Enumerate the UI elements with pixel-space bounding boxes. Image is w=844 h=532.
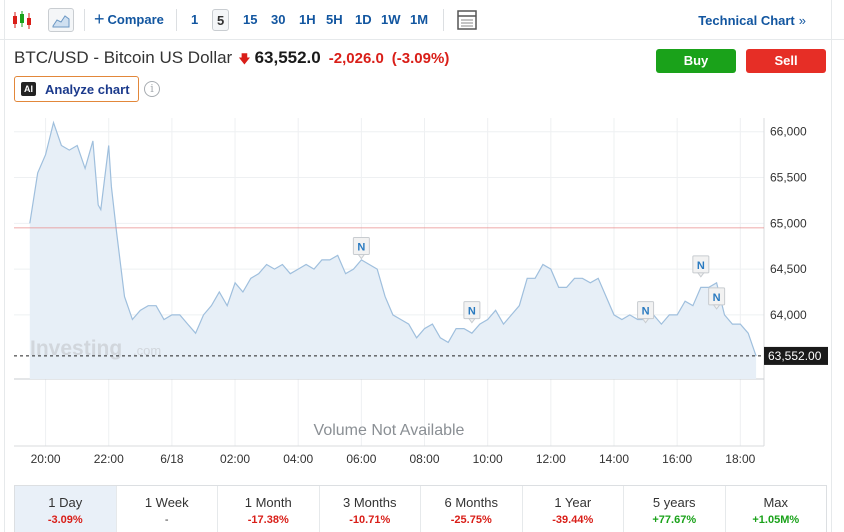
period-change: -39.44% — [552, 514, 594, 526]
x-tick-label: 6/18 — [160, 452, 184, 466]
toolbar-divider — [176, 9, 177, 31]
sell-button[interactable]: Sell — [746, 49, 826, 73]
period-label: 1 Day — [48, 495, 83, 510]
info-icon[interactable]: i — [144, 81, 160, 97]
y-tick-label: 66,000 — [770, 125, 807, 139]
x-tick-label: 10:00 — [473, 452, 503, 466]
compare-button[interactable]: + Compare — [94, 9, 164, 29]
period-change: -17.38% — [247, 514, 289, 526]
interval-1m[interactable]: 1M — [410, 12, 428, 27]
y-tick-label: 64,000 — [770, 308, 807, 322]
period-change: +77.67% — [652, 514, 697, 526]
down-arrow-icon: 🡇 — [238, 52, 251, 66]
interval-30[interactable]: 30 — [271, 12, 285, 27]
news-marker-pointer — [696, 272, 705, 278]
area-chart-button[interactable] — [48, 8, 74, 32]
period-5-years[interactable]: 5 years +77.67% — [624, 486, 726, 532]
plus-icon: + — [94, 9, 105, 29]
period-change: +1.05M% — [752, 514, 800, 526]
period-label: 6 Months — [444, 495, 498, 510]
technical-chart-label: Technical Chart — [698, 13, 795, 28]
interval-15[interactable]: 15 — [243, 12, 257, 27]
period-change: -3.09% — [47, 514, 83, 526]
analyze-chart-label: Analyze chart — [45, 81, 130, 97]
last-price-badge-label: 63,552.00 — [768, 349, 822, 363]
compare-label: Compare — [107, 12, 164, 27]
news-marker-label: N — [642, 306, 650, 318]
news-marker-label: N — [468, 306, 476, 318]
x-tick-label: 18:00 — [725, 452, 755, 466]
period-change: -25.75% — [450, 514, 492, 526]
toolbar-divider — [84, 9, 85, 31]
price-area-fill — [29, 122, 757, 379]
toolbar-divider — [443, 9, 444, 31]
y-tick-label: 65,500 — [770, 171, 807, 185]
period-label: Max — [763, 495, 789, 510]
x-tick-label: 20:00 — [31, 452, 61, 466]
y-tick-label: 65,000 — [770, 216, 807, 230]
table-icon[interactable] — [456, 8, 478, 32]
x-tick-label: 08:00 — [410, 452, 440, 466]
ai-icon: AI — [21, 82, 36, 96]
period-change: -10.71% — [349, 514, 391, 526]
period-change: - — [164, 514, 169, 526]
period-6-months[interactable]: 6 Months -25.75% — [421, 486, 523, 532]
x-tick-label: 16:00 — [662, 452, 692, 466]
period-max[interactable]: Max +1.05M% — [726, 486, 827, 532]
period-1-year[interactable]: 1 Year -39.44% — [523, 486, 624, 532]
x-tick-label: 22:00 — [94, 452, 124, 466]
volume-not-available-label: Volume Not Available — [314, 422, 465, 439]
news-marker-pointer — [467, 318, 476, 324]
y-tick-label: 64,500 — [770, 262, 807, 276]
last-price: 63,552.0 — [254, 48, 321, 67]
chart-toolbar: + Compare 1 5 15 30 1H 5H 1D 1W 1M Techn… — [0, 0, 844, 40]
interval-1w[interactable]: 1W — [381, 12, 401, 27]
news-marker[interactable]: N — [463, 301, 481, 324]
interval-5[interactable]: 5 — [212, 9, 230, 31]
x-tick-label: 06:00 — [346, 452, 376, 466]
news-marker[interactable]: N — [352, 237, 370, 260]
period-1-day[interactable]: 1 Day -3.09% — [15, 486, 117, 532]
price-change: -2,026.0 — [328, 50, 384, 67]
x-tick-label: 02:00 — [220, 452, 250, 466]
interval-1[interactable]: 1 — [191, 12, 198, 27]
interval-1d[interactable]: 1D — [355, 12, 372, 27]
performance-periods: 1 Day -3.09% 1 Week - 1 Month -17.38% 3 Months… — [14, 485, 827, 532]
news-marker-pointer — [357, 254, 366, 260]
period-label: 1 Year — [554, 495, 592, 510]
buy-button[interactable]: Buy — [656, 49, 736, 73]
technical-chart-link[interactable]: Technical Chart» — [698, 13, 806, 28]
investing-watermark: Investing — [30, 337, 122, 360]
news-marker-label: N — [713, 292, 721, 304]
candlestick-icon[interactable] — [10, 8, 34, 32]
news-marker-label: N — [697, 260, 705, 272]
interval-5h[interactable]: 5H — [326, 12, 343, 27]
news-marker[interactable]: N — [692, 255, 710, 278]
news-marker-label: N — [357, 242, 365, 254]
period-label: 3 Months — [343, 495, 397, 510]
interval-1h[interactable]: 1H — [299, 12, 316, 27]
x-tick-label: 14:00 — [599, 452, 629, 466]
price-chart[interactable]: Investing .com66,00065,50065,00064,50064,… — [0, 108, 844, 478]
period-1-month[interactable]: 1 Month -17.38% — [218, 486, 320, 532]
instrument-title: BTC/USD - Bitcoin US Dollar — [14, 48, 233, 67]
price-change-percent: (-3.09%) — [391, 50, 450, 67]
period-3-months[interactable]: 3 Months -10.71% — [320, 486, 421, 532]
period-label: 1 Week — [144, 495, 189, 510]
period-label: 5 years — [652, 495, 696, 510]
period-1-week[interactable]: 1 Week - — [117, 486, 218, 532]
analyze-chart-button[interactable]: AI Analyze chart — [14, 76, 139, 102]
instrument-header: BTC/USD - Bitcoin US Dollar 🡇 63,552.0 -… — [14, 48, 449, 71]
area-chart-icon — [52, 15, 70, 28]
period-label: 1 Month — [244, 495, 292, 510]
x-tick-label: 04:00 — [283, 452, 313, 466]
x-tick-label: 12:00 — [536, 452, 566, 466]
double-chevron-right-icon: » — [798, 13, 806, 28]
